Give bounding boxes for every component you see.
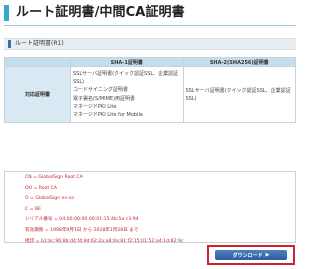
- detail-o: O = GlobalSign nv-sa: [25, 196, 74, 202]
- table-row: 対応証明書 SSLサーバ証明書(クイック認証SSL、企業認証 SSL) コードサ…: [4, 65, 296, 124]
- section-header: ルート証明書(R1): [4, 38, 296, 50]
- certificate-table: SHA-1証明書 SHA-2(SHA256)証明書 対応証明書 SSLサーバ証明…: [4, 57, 296, 124]
- list-item: SSLサーバ証明書(クイック認証SSL、企業認証: [185, 87, 291, 94]
- list-item: SSLサーバ証明書(クイック認証SSL、企業認証: [73, 71, 179, 77]
- list-item: SSL): [73, 79, 85, 86]
- table-header-blank: [4, 57, 71, 67]
- list-item: マネージドPKI Lite for Mobile: [73, 112, 143, 119]
- title-divider: [4, 25, 296, 26]
- download-label: ダウンロード: [232, 252, 263, 259]
- download-highlight-frame: ダウンロード ▶: [207, 245, 295, 265]
- certificate-details: CN = GlobalSign Root CA OU = Root CA O =…: [4, 171, 296, 244]
- table-header-row: SHA-1証明書 SHA-2(SHA256)証明書: [4, 57, 296, 67]
- detail-validity: 有効期限 = 1998年9月1日 から 2028年1月28日 まで: [25, 227, 139, 233]
- title-accent-bar: [4, 5, 9, 21]
- detail-c: C = BE: [25, 206, 42, 212]
- section-accent-bar: [8, 40, 11, 48]
- section-title: ルート証明書(R1): [15, 40, 64, 47]
- list-item: 電子署名(S/MIME)用証明書: [73, 95, 136, 102]
- detail-cn: CN = GlobalSign Root CA: [25, 175, 83, 180]
- table-header-sha2: SHA-2(SHA256)証明書: [182, 57, 296, 67]
- sha2-uses-cell: SSLサーバ証明書(クイック認証SSL、企業認証 SSL): [182, 65, 296, 124]
- detail-ou: OU = Root CA: [25, 185, 57, 191]
- page-title: ルート証明書/中間CA証明書: [16, 5, 185, 20]
- detail-serial: シリアル番号 = 04:00:00:00:00:01:15:4b:5a:c3:9…: [25, 217, 139, 223]
- download-button[interactable]: ダウンロード ▶: [215, 250, 287, 260]
- triangle-right-icon: ▶: [265, 252, 270, 258]
- list-item: マネージドPKI Lite: [73, 103, 117, 110]
- list-item: SSL): [185, 95, 197, 102]
- list-item: コードサイニング証明書: [73, 87, 129, 94]
- sha1-uses-cell: SSLサーバ証明書(クイック認証SSL、企業認証 SSL) コードサイニング証明…: [70, 65, 184, 124]
- row-label: 対応証明書: [4, 65, 71, 124]
- table-header-sha1: SHA-1証明書: [70, 57, 184, 67]
